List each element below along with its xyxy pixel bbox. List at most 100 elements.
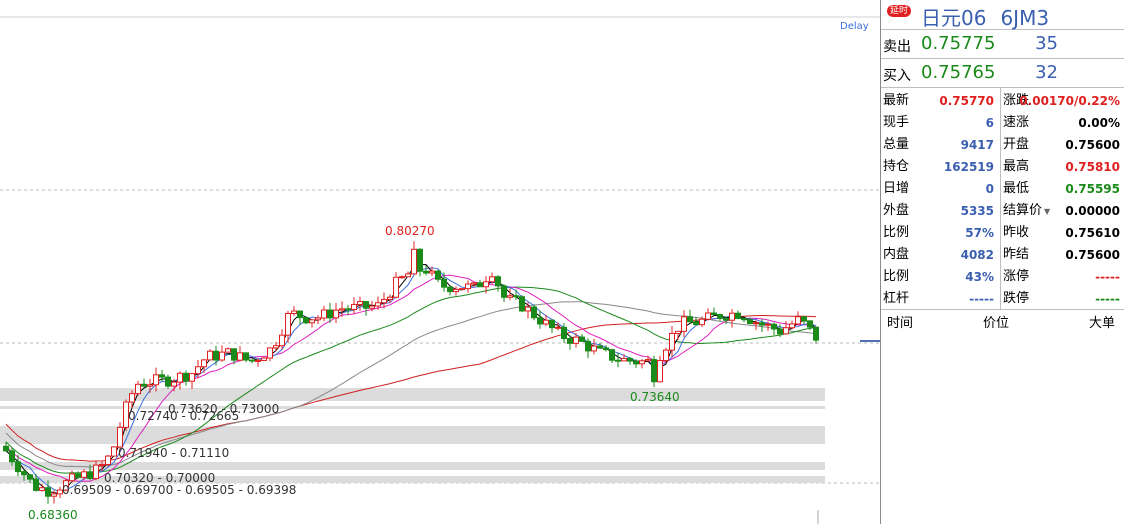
candle-body (813, 326, 819, 341)
stat-value: 0.75610 (1065, 226, 1120, 240)
stat-value: 4082 (960, 248, 994, 262)
stat-key: 昨结 (1003, 247, 1030, 262)
candle-body (687, 316, 693, 323)
candle-body (291, 310, 297, 315)
candle-body (789, 323, 795, 329)
candle-body (339, 308, 345, 311)
candle-body (333, 309, 339, 319)
stat-value: ----- (969, 292, 994, 306)
candle-body (609, 349, 615, 361)
stat-value: 57% (965, 226, 994, 240)
candle-body (657, 360, 663, 383)
candle-body (345, 308, 351, 311)
stat-key: 速涨 (1003, 115, 1030, 130)
candle-body (267, 347, 273, 359)
candle-body (309, 319, 315, 324)
stat-value: 0 (985, 182, 994, 196)
stat-value: 5335 (960, 204, 994, 218)
candle-body (477, 282, 483, 288)
candle-body (183, 372, 189, 382)
candle-body (15, 461, 21, 473)
candle-body (777, 328, 783, 335)
candle-body (177, 372, 183, 383)
candle-body (639, 360, 645, 365)
instrument-name: 日元06 (921, 6, 987, 30)
stat-left-3: 持仓 162519 (881, 156, 1000, 178)
candle-body (369, 305, 375, 309)
candle-body (567, 338, 573, 344)
col-big-order: 大单 (1089, 316, 1116, 331)
stat-key: 涨停 (1003, 269, 1030, 284)
stat-value: 162519 (943, 160, 994, 174)
stat-right-5: 结算价 ▼ 0.00000 (1001, 200, 1124, 222)
candle-body (321, 309, 327, 319)
candle-body (735, 312, 741, 319)
stat-value: 0.00% (1078, 116, 1120, 130)
candle-body (549, 319, 555, 329)
stat-right-6: 昨收 0.75610 (1001, 222, 1124, 244)
ask-volume: 35 (1035, 33, 1058, 54)
stat-key: 内盘 (883, 247, 910, 262)
candle-body (525, 306, 531, 312)
chevron-down-icon[interactable]: ▼ (1044, 207, 1050, 216)
stat-value: 0.75595 (1065, 182, 1120, 196)
candle-body (603, 347, 609, 351)
candle-body (615, 359, 621, 362)
candle-body (441, 278, 447, 288)
candle-body (141, 383, 147, 387)
candle-body (243, 352, 249, 361)
instrument-code: 6JM3 (1000, 6, 1050, 30)
candle-body (135, 383, 141, 395)
candle-body (801, 316, 807, 322)
stat-left-9: 杠杆 ----- (881, 288, 1000, 310)
stat-value: ----- (1095, 270, 1120, 284)
candle-body (753, 322, 759, 325)
candle-body (675, 330, 681, 334)
support-zone-2 (0, 426, 825, 444)
stat-key: 杠杆 (883, 291, 910, 306)
stat-left-7: 内盘 4082 (881, 244, 1000, 266)
candle-body (171, 381, 177, 387)
settlement-label: 结算价 (1003, 203, 1043, 218)
candle-body (561, 326, 567, 340)
ask-price: 0.75775 (921, 33, 996, 54)
candle-body (159, 374, 165, 378)
low-label: 0.73640 (630, 390, 680, 404)
candle-body (507, 295, 513, 298)
stat-left-2: 总量 9417 (881, 134, 1000, 156)
candle-body (705, 312, 711, 320)
candlestick-canvas[interactable]: Delay0.802700.736400.683600.73620 - 0.73… (0, 0, 880, 524)
candle-body (9, 450, 15, 463)
stat-value: 9417 (960, 138, 994, 152)
candle-body (711, 312, 717, 316)
min-label: 0.68360 (28, 508, 78, 522)
candle-body (435, 270, 441, 280)
candle-body (93, 464, 99, 479)
candle-body (555, 326, 561, 329)
candle-body (651, 359, 657, 383)
stat-key: 昨收 (1003, 225, 1030, 240)
candle-body (387, 296, 393, 300)
stat-key: 日增 (883, 181, 910, 196)
stat-left-1: 现手 6 (881, 112, 1000, 134)
candle-body (51, 493, 57, 497)
stat-key: 比例 (883, 225, 910, 240)
support-zone-label-1: 0.72740 - 0.72665 (128, 409, 239, 423)
stat-key: 跌停 (1003, 291, 1030, 306)
candle-body (663, 349, 669, 362)
candle-body (147, 384, 153, 387)
candle-body (111, 446, 117, 457)
candle-body (459, 288, 465, 291)
candle-body (531, 306, 537, 319)
candle-body (669, 332, 675, 351)
tick-list-header: 时间 价位 大单 (881, 310, 1124, 334)
candle-body (579, 336, 585, 342)
stat-value: 6 (985, 116, 994, 130)
stat-left-6: 比例 57% (881, 222, 1000, 244)
candle-body (195, 366, 201, 375)
stat-value: 0.00170/0.22% (1019, 94, 1120, 108)
kline-chart[interactable]: Delay 0.80270 0.73640 0.68360 0.73620 - 0.73… (0, 0, 880, 524)
candle-body (375, 302, 381, 307)
stat-key: 开盘 (1003, 137, 1030, 152)
candle-body (237, 352, 243, 361)
